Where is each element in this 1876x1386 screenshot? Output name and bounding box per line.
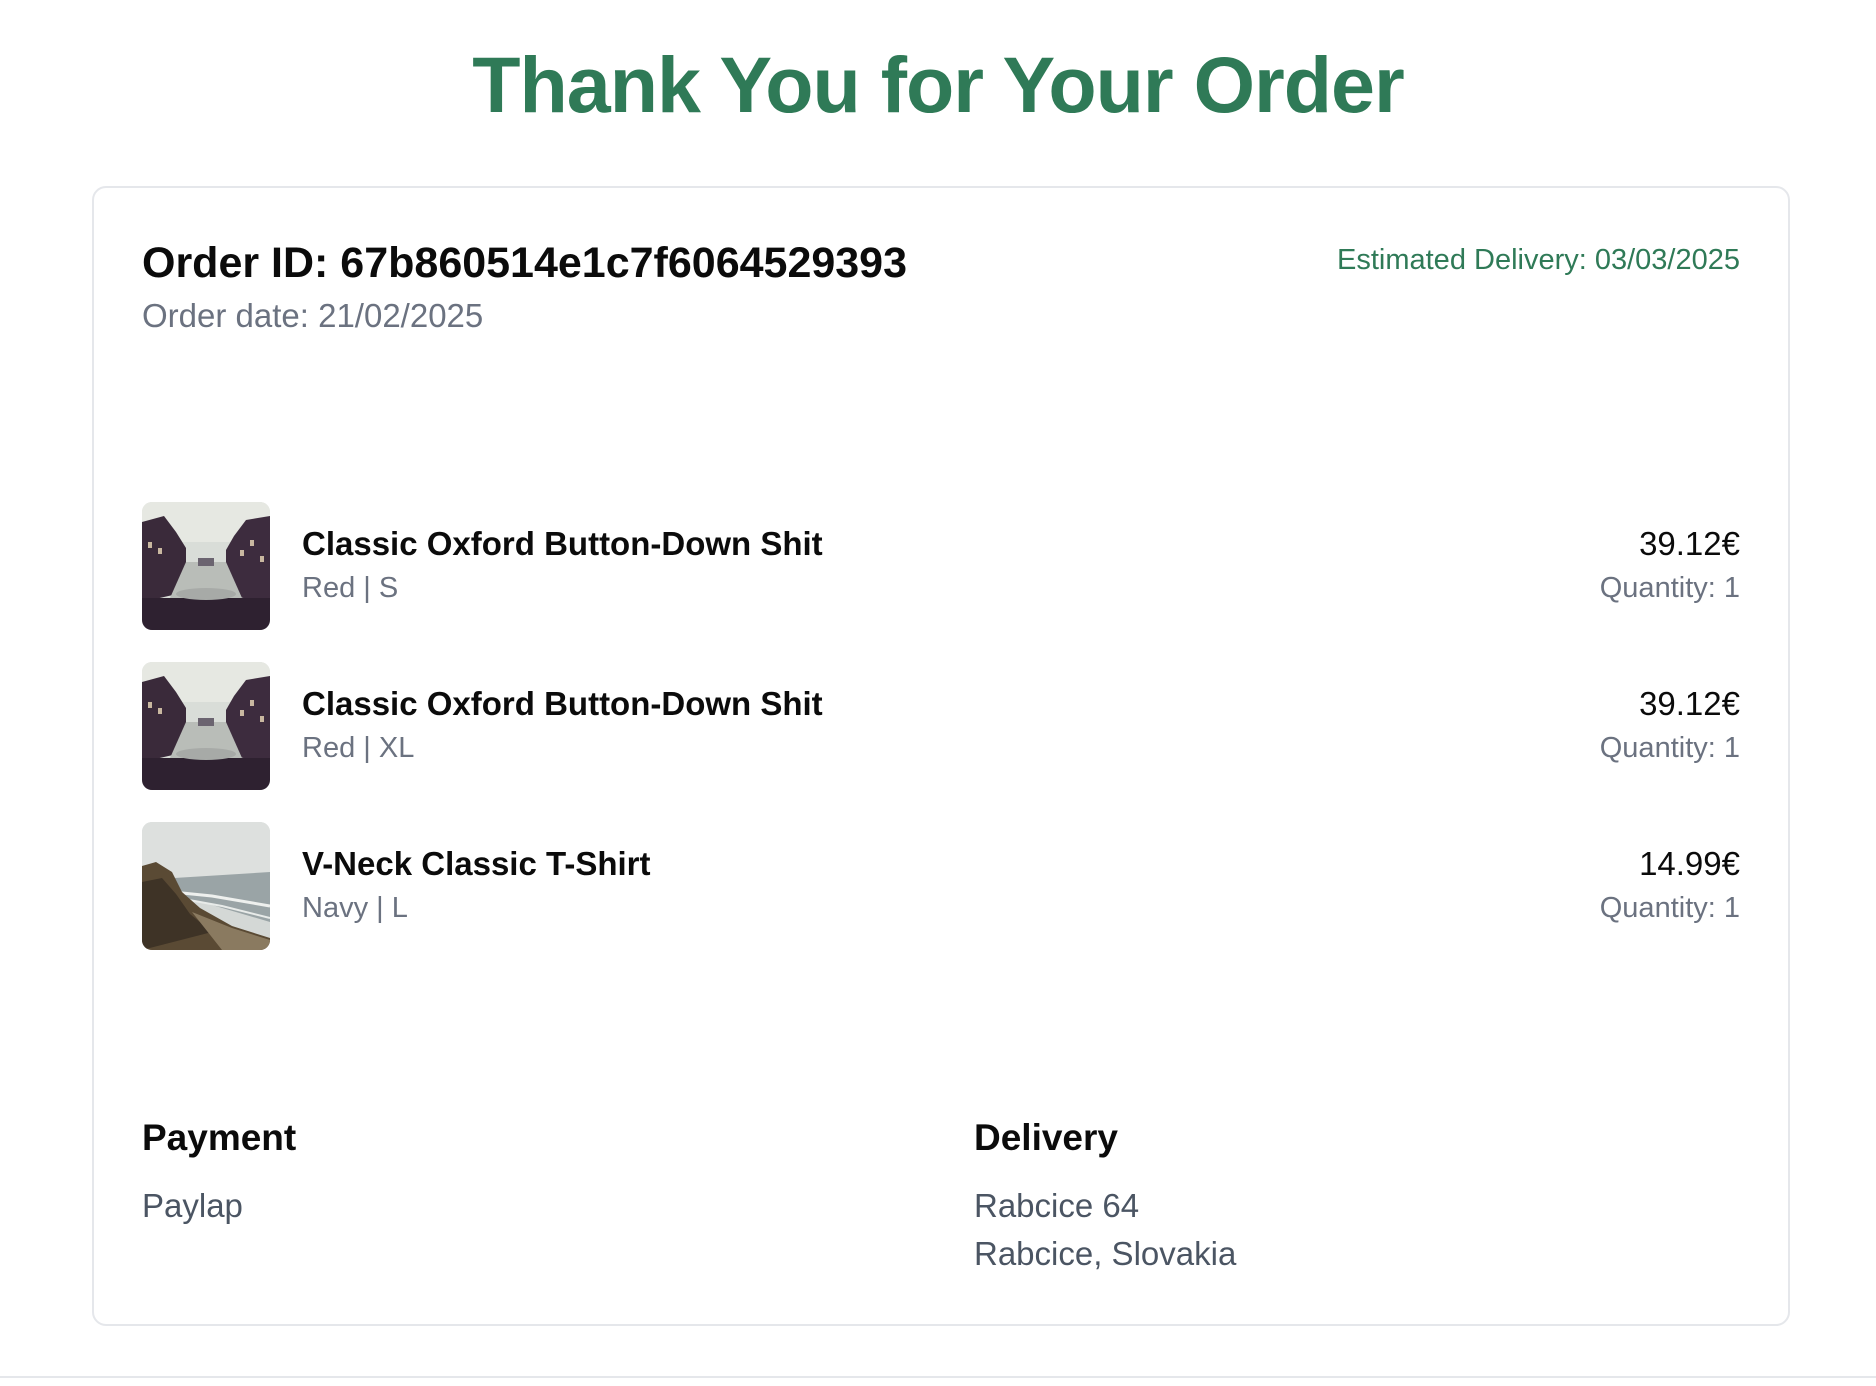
order-item: Classic Oxford Button-Down Shit Red | S … [142,502,1740,630]
product-image-canal [142,502,270,630]
order-item: V-Neck Classic T-Shirt Navy | L 14.99€ Q… [142,822,1740,950]
order-id: Order ID: 67b860514e1c7f6064529393 [142,239,908,287]
item-quantity: Quantity: 1 [1599,572,1740,604]
delivery-heading: Delivery [974,1117,1118,1158]
item-variant: Red | S [302,572,399,604]
item-price: 14.99€ [1639,845,1740,882]
estimated-delivery: Estimated Delivery: 03/03/2025 [1337,244,1740,276]
order-items-list: Classic Oxford Button-Down Shit Red | S … [142,502,1740,982]
order-summary-card: Order ID: 67b860514e1c7f6064529393 Order… [92,186,1790,1326]
footer-divider [0,1376,1876,1378]
delivery-address-line-2: Rabcice, Slovakia [974,1235,1237,1272]
product-image-coastline [142,822,270,950]
order-confirmation-page: Thank You for Your Order Order ID: 67b86… [0,0,1876,1386]
order-date: Order date: 21/02/2025 [142,297,484,334]
item-price: 39.12€ [1639,525,1740,562]
product-image-canal [142,662,270,790]
item-quantity: Quantity: 1 [1599,892,1740,924]
item-variant: Navy | L [302,892,408,924]
delivery-section: Delivery Rabcice 64 Rabcice, Slovakia [974,1116,1236,1278]
delivery-address-line-1: Rabcice 64 [974,1187,1140,1224]
order-item: Classic Oxford Button-Down Shit Red | XL… [142,662,1740,790]
item-name: Classic Oxford Button-Down Shit [302,525,823,562]
item-variant: Red | XL [302,732,415,764]
payment-method: Paylap [142,1187,243,1224]
item-price: 39.12€ [1639,685,1740,722]
item-name: Classic Oxford Button-Down Shit [302,685,823,722]
payment-section: Payment Paylap [142,1116,296,1230]
page-title: Thank You for Your Order [472,40,1404,129]
payment-heading: Payment [142,1117,297,1158]
item-name: V-Neck Classic T-Shirt [302,845,651,882]
item-quantity: Quantity: 1 [1599,732,1740,764]
